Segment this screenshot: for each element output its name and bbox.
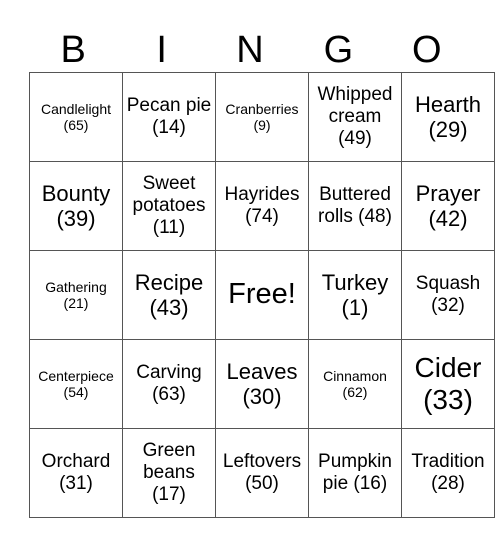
bingo-row: Centerpiece (54) Carving (63) Leaves (30) C…	[29, 339, 495, 429]
bingo-cell[interactable]: Hayrides (74)	[215, 161, 309, 251]
bingo-cell[interactable]: Leftovers (50)	[215, 428, 309, 518]
bingo-cell[interactable]: Hearth (29)	[401, 72, 495, 162]
bingo-cell[interactable]: Green beans (17)	[122, 428, 216, 518]
header-letter-b: B	[60, 29, 86, 71]
bingo-cell[interactable]: Whipped cream (49)	[308, 72, 402, 162]
bingo-cell[interactable]: Tradition (28)	[401, 428, 495, 518]
bingo-row: Bounty (39) Sweet potatoes (11) Hayrides (…	[29, 161, 495, 251]
free-space-cell[interactable]: Free!	[215, 250, 309, 340]
bingo-cell[interactable]: Leaves (30)	[215, 339, 309, 429]
bingo-cell[interactable]: Carving (63)	[122, 339, 216, 429]
bingo-cell[interactable]: Prayer (42)	[401, 161, 495, 251]
bingo-row: Candlelight (65) Pecan pie (14) Cranberrie…	[29, 72, 495, 162]
bingo-cell[interactable]: Cranberries (9)	[215, 72, 309, 162]
header-letter-i: I	[156, 29, 167, 71]
bingo-cell[interactable]: Gathering (21)	[29, 250, 123, 340]
bingo-cell[interactable]: Pumpkin pie (16)	[308, 428, 402, 518]
header-letter-g: G	[323, 29, 354, 71]
bingo-row: Orchard (31) Green beans (17) Leftovers (5…	[29, 428, 495, 518]
bingo-cell[interactable]: Cinnamon (62)	[308, 339, 402, 429]
bingo-header: B I N G O	[29, 28, 471, 72]
bingo-cell[interactable]: Centerpiece (54)	[29, 339, 123, 429]
bingo-cell[interactable]: Orchard (31)	[29, 428, 123, 518]
bingo-cell[interactable]: Recipe (43)	[122, 250, 216, 340]
bingo-cell[interactable]: Cider (33)	[401, 339, 495, 429]
header-letter-n: N	[236, 29, 264, 71]
header-letter-o: O	[412, 29, 442, 71]
bingo-cell[interactable]: Turkey (1)	[308, 250, 402, 340]
bingo-cell[interactable]: Buttered rolls (48)	[308, 161, 402, 251]
bingo-cell[interactable]: Candlelight (65)	[29, 72, 123, 162]
bingo-row: Gathering (21) Recipe (43) Free! Turkey (1)…	[29, 250, 495, 340]
bingo-grid: Candlelight (65) Pecan pie (14) Cranberrie…	[29, 72, 495, 518]
bingo-cell[interactable]: Squash (32)	[401, 250, 495, 340]
bingo-cell[interactable]: Bounty (39)	[29, 161, 123, 251]
bingo-cell[interactable]: Sweet potatoes (11)	[122, 161, 216, 251]
bingo-cell[interactable]: Pecan pie (14)	[122, 72, 216, 162]
